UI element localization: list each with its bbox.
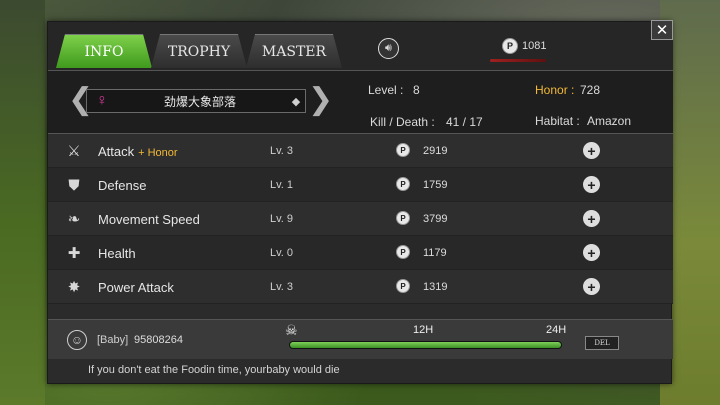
burst-icon: ✸ <box>67 279 81 296</box>
close-button[interactable]: ✕ <box>651 20 673 40</box>
skill-row-defense: ⛊ Defense Lv. 1 P 1759 + <box>48 168 673 202</box>
tab-bar: INFO TROPHY MASTER 🔊︎ P 1081 ✕ <box>48 20 673 70</box>
baby-label: [Baby] <box>97 334 129 346</box>
tab-info[interactable]: INFO <box>56 34 152 68</box>
food-timer-bar <box>289 341 562 349</box>
coin-value: 1081 <box>522 40 547 52</box>
skill-cost: 2919 <box>423 145 448 157</box>
tab-master[interactable]: MASTER <box>246 34 342 68</box>
skill-name: Defense <box>98 178 147 193</box>
tick-label-24h: 24H <box>546 324 567 336</box>
skill-level: Lv. 3 <box>270 281 294 293</box>
coin-icon: P <box>396 177 410 191</box>
skill-row-movement-speed: ❧ Movement Speed Lv. 9 P 3799 + <box>48 202 673 236</box>
skill-level: Lv. 1 <box>270 179 294 191</box>
wing-icon: ❧ <box>67 211 81 228</box>
coin-icon: P <box>396 279 410 293</box>
tick-label-12h: 12H <box>413 324 434 336</box>
tab-trophy[interactable]: TROPHY <box>151 34 247 68</box>
coin-icon: P <box>396 143 410 157</box>
coin-icon: P <box>396 211 410 225</box>
claw-icon: ⚔ <box>67 143 81 160</box>
ornament-right-icon: ❯ <box>308 82 334 117</box>
kill-death-value: 41 / 17 <box>446 115 483 129</box>
skill-cost: 1319 <box>423 281 448 293</box>
skill-level: Lv. 0 <box>270 247 294 259</box>
skill-cost: 1179 <box>423 247 447 259</box>
upgrade-defense-button[interactable]: + <box>583 176 600 193</box>
level-label: Level : <box>368 83 404 97</box>
habitat-label: Habitat : <box>535 114 580 128</box>
speaker-icon: 🔊︎ <box>385 42 392 54</box>
skill-level: Lv. 3 <box>270 145 294 157</box>
upgrade-movement-speed-button[interactable]: + <box>583 210 600 227</box>
level-value: 8 <box>413 83 420 97</box>
ornament-left-icon: ❮ <box>68 82 94 117</box>
food-timer-fill <box>290 342 561 348</box>
diamond-icon: ◆ <box>291 95 301 108</box>
sound-toggle-button[interactable]: 🔊︎ <box>378 38 399 59</box>
shield-icon: ⛊ <box>68 176 80 194</box>
honor-label: Honor : <box>535 83 575 97</box>
skill-name: Attack + Honor <box>98 144 178 159</box>
baby-status: ☺ [Baby] 95808264 ☠ 12H 24H DEL <box>48 319 673 359</box>
coin-icon: P <box>502 38 518 54</box>
profile-summary: ❮ ♀ 劲爆大象部落 ◆ ❯ Level : 8 Honor : 728 Kil… <box>48 70 673 134</box>
close-icon: ✕ <box>655 22 669 39</box>
skill-row-health: ✚ Health Lv. 0 P 1179 + <box>48 236 673 270</box>
skill-cost: 3799 <box>423 213 448 225</box>
skill-name: Power Attack <box>98 280 174 295</box>
food-warning-text: If you don't eat the Foodin time, yourba… <box>88 364 340 376</box>
skill-name: Movement Speed <box>98 212 200 227</box>
player-name: 劲爆大象部落 <box>163 94 236 109</box>
delete-baby-button[interactable]: DEL <box>585 336 619 350</box>
upgrade-health-button[interactable]: + <box>583 244 600 261</box>
upgrade-power-attack-button[interactable]: + <box>583 278 600 295</box>
name-box: ♀ 劲爆大象部落 ◆ <box>86 89 306 113</box>
honor-value: 728 <box>580 83 601 97</box>
skill-cost: 1759 <box>423 179 448 191</box>
coin-underline <box>490 59 546 62</box>
habitat-value: Amazon <box>587 114 632 128</box>
skill-level: Lv. 9 <box>270 213 294 225</box>
character-info-panel: INFO TROPHY MASTER 🔊︎ P 1081 ✕ ❮ ♀ 劲爆大象部… <box>47 20 673 384</box>
skill-row-power-attack: ✸ Power Attack Lv. 3 P 1319 + <box>48 270 673 304</box>
plus-cross-icon: ✚ <box>67 245 81 262</box>
baby-icon: ☺ <box>67 330 87 350</box>
name-plate: ❮ ♀ 劲爆大象部落 ◆ ❯ <box>68 82 334 117</box>
skill-row-attack: ⚔ Attack + Honor Lv. 3 P 2919 + <box>48 134 673 168</box>
coin-balance: P 1081 <box>502 38 546 54</box>
background-scenery-left <box>0 0 45 405</box>
honor-bonus-tag: + Honor <box>138 147 178 159</box>
skull-crossbones-icon: ☠ <box>285 322 298 338</box>
coin-icon: P <box>396 245 410 259</box>
upgrade-attack-button[interactable]: + <box>583 142 600 159</box>
kill-death-label: Kill / Death : <box>370 115 435 129</box>
baby-id: 95808264 <box>134 334 183 346</box>
skill-name-text: Attack <box>98 144 135 159</box>
skill-name: Health <box>98 246 136 261</box>
female-gender-icon: ♀ <box>96 92 108 109</box>
